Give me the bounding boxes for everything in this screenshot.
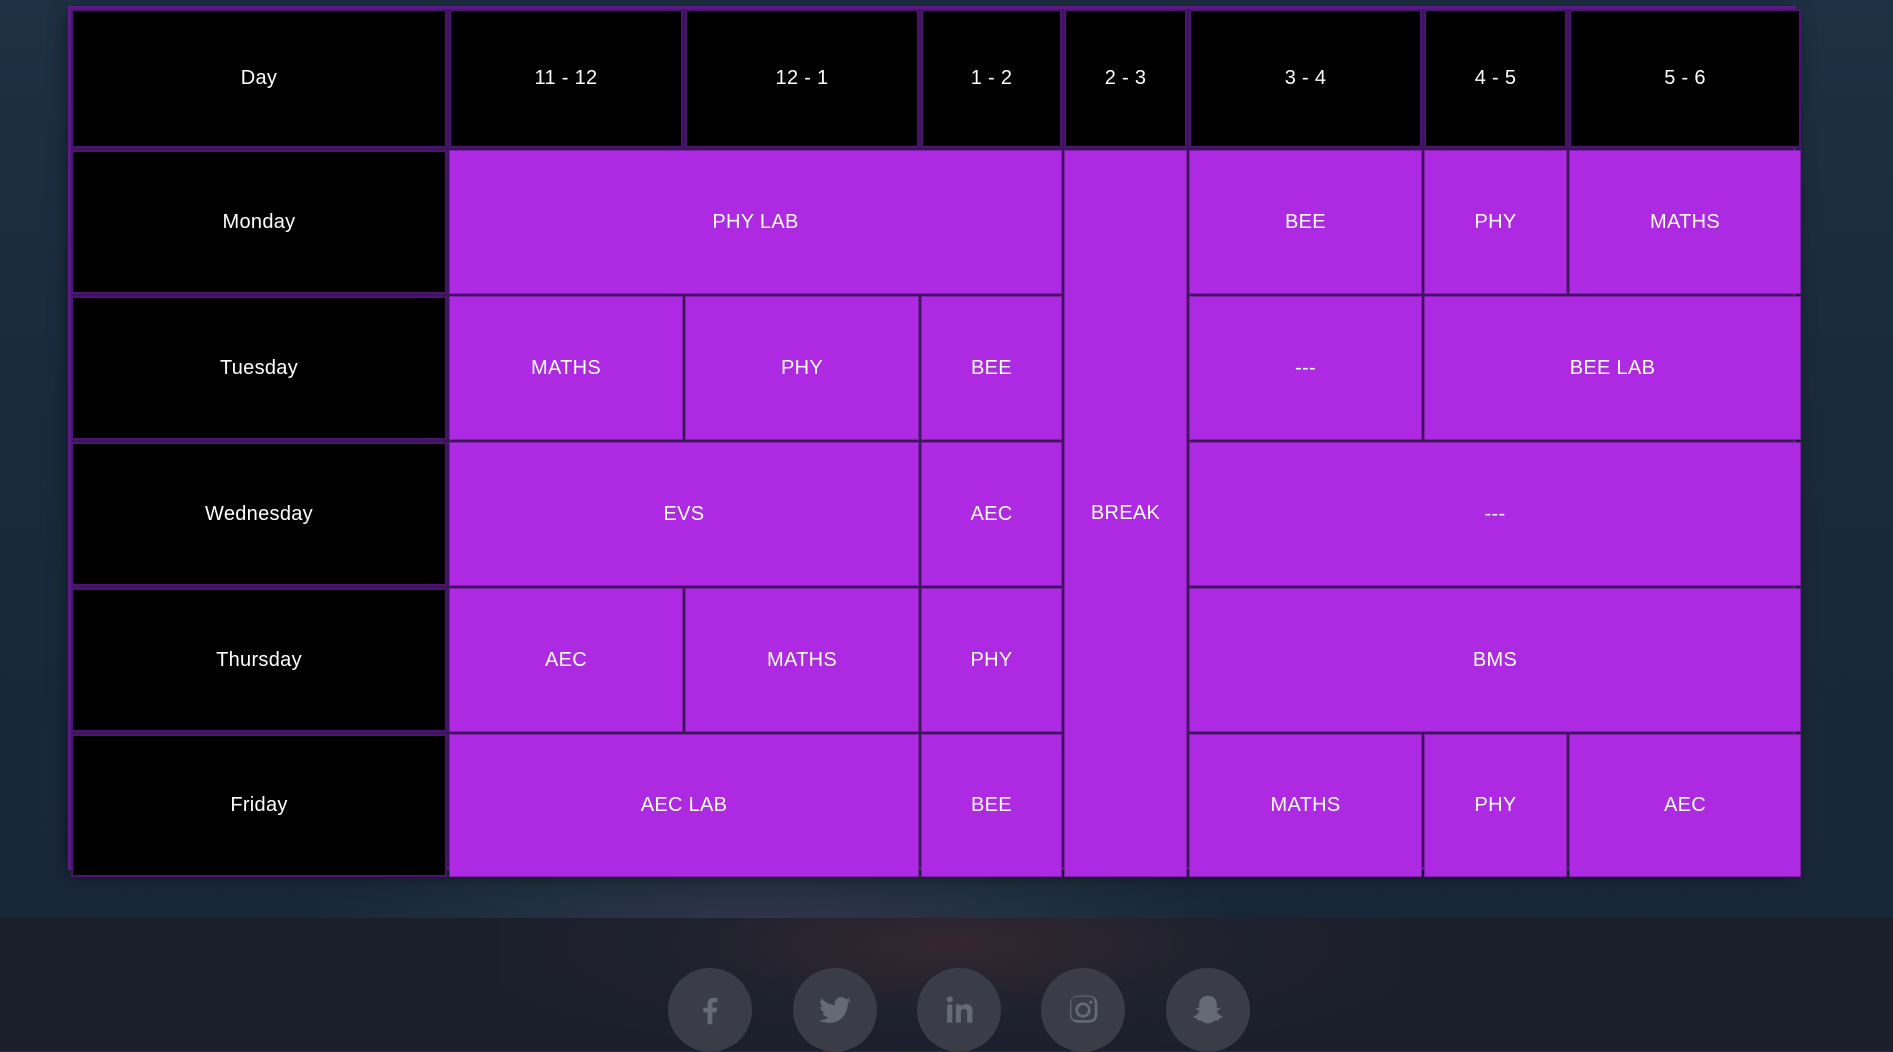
monday-maths: MATHS [1569,150,1801,294]
header-slot-3-4: 3 - 4 [1189,9,1422,148]
snapchat-link[interactable] [1166,968,1250,1052]
friday-bee: BEE [921,734,1062,877]
header-slot-11-12: 11 - 12 [449,9,683,148]
facebook-icon [703,997,718,1025]
day-friday: Friday [71,734,447,877]
thursday-bms: BMS [1189,588,1801,732]
day-monday: Monday [71,150,447,294]
header-slot-1-2: 1 - 2 [921,9,1062,148]
friday-aec-lab: AEC LAB [449,734,919,877]
tuesday-phy: PHY [685,296,919,440]
tuesday-maths: MATHS [449,296,683,440]
friday-maths: MATHS [1189,734,1422,877]
thursday-maths: MATHS [685,588,919,732]
day-wednesday: Wednesday [71,442,447,586]
thursday-phy: PHY [921,588,1062,732]
friday-phy: PHY [1424,734,1567,877]
friday-aec: AEC [1569,734,1801,877]
twitter-link[interactable] [793,968,877,1052]
monday-phy-lab: PHY LAB [449,150,1062,294]
monday-phy: PHY [1424,150,1567,294]
wednesday-evs: EVS [449,442,919,586]
wednesday-aec: AEC [921,442,1062,586]
header-day: Day [71,9,447,148]
tuesday-bee-lab: BEE LAB [1424,296,1801,440]
header-slot-4-5: 4 - 5 [1424,9,1567,148]
thursday-aec: AEC [449,588,683,732]
tuesday-free: --- [1189,296,1422,440]
header-slot-2-3: 2 - 3 [1064,9,1187,148]
tuesday-bee: BEE [921,296,1062,440]
page: Day 11 - 12 12 - 1 1 - 2 2 - 3 3 - 4 4 -… [0,0,1893,1052]
linkedin-link[interactable] [917,968,1001,1052]
monday-bee: BEE [1189,150,1422,294]
break-cell: BREAK [1064,150,1187,877]
timetable: Day 11 - 12 12 - 1 1 - 2 2 - 3 3 - 4 4 -… [68,6,1801,877]
instagram-link[interactable] [1041,968,1125,1052]
twitter-icon [819,997,851,1023]
day-thursday: Thursday [71,588,447,732]
wednesday-free: --- [1189,442,1801,586]
facebook-link[interactable] [668,968,752,1052]
linkedin-icon [946,996,973,1023]
header-slot-5-6: 5 - 6 [1569,9,1801,148]
snapchat-icon [1193,995,1223,1024]
instagram-icon [1070,995,1098,1023]
day-tuesday: Tuesday [71,296,447,440]
header-slot-12-1: 12 - 1 [685,9,919,148]
